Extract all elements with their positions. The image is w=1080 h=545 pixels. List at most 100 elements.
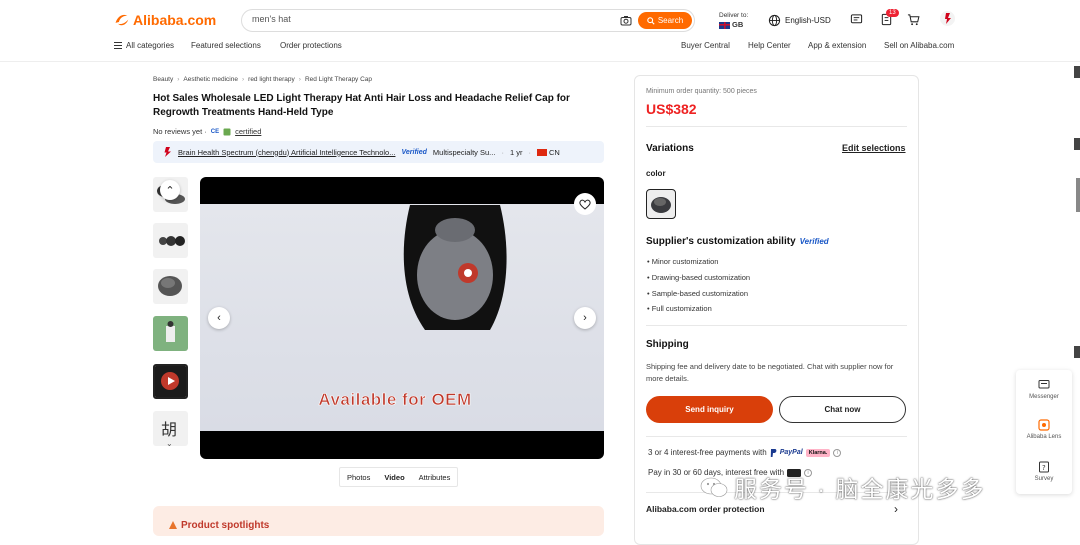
- edge-tab[interactable]: [1074, 346, 1080, 358]
- wechat-logo-icon: [700, 477, 728, 497]
- thumbnail-up-arrow[interactable]: ⌃: [160, 180, 180, 200]
- all-categories-label: All categories: [126, 41, 175, 50]
- color-swatch-image: [651, 197, 671, 213]
- supplier-type: Multispecialty Su...: [432, 147, 496, 157]
- breadcrumb-separator: ›: [177, 76, 180, 83]
- spotlights-title: Product spotlights: [181, 520, 270, 531]
- tab-video[interactable]: Video: [377, 468, 411, 486]
- customization-item: • Sample-based customization: [647, 289, 749, 298]
- nav-app-extension[interactable]: App & extension: [808, 41, 866, 50]
- chevron-up-icon: ⌃: [165, 184, 175, 197]
- globe-icon: [768, 14, 781, 27]
- media-tabs: Photos Video Attributes: [339, 467, 459, 487]
- verified-badge: Verified: [401, 148, 427, 156]
- top-header: Alibaba.com Search Deliver to: GB Englis…: [0, 0, 1080, 62]
- survey-button[interactable]: ? Survey: [1016, 461, 1072, 482]
- thumbnail-down-arrow[interactable]: ⌄: [166, 439, 173, 448]
- alibaba-lens-button[interactable]: Alibaba Lens: [1016, 419, 1072, 440]
- product-video[interactable]: Available for OEM: [200, 177, 604, 459]
- svg-text:胡: 胡: [161, 420, 177, 439]
- messenger-button[interactable]: Messenger: [1016, 379, 1072, 400]
- language-currency: English-USD: [785, 16, 831, 25]
- breadcrumb-item[interactable]: Red Light Therapy Cap: [305, 76, 372, 83]
- alibaba-logo[interactable]: Alibaba.com: [113, 11, 216, 28]
- supplier-country: CN: [536, 147, 560, 157]
- survey-icon: ?: [1039, 461, 1049, 473]
- review-row: No reviews yet · CE certified: [153, 127, 261, 136]
- favorite-button[interactable]: [574, 193, 596, 215]
- breadcrumb-separator: ›: [298, 76, 301, 83]
- thumbnail[interactable]: [153, 223, 188, 258]
- breadcrumb-item[interactable]: red light therapy: [248, 76, 295, 83]
- chevron-right-icon: ›: [583, 312, 587, 324]
- chat-now-button[interactable]: Chat now: [779, 396, 906, 423]
- min-order-quantity: Minimum order quantity: 500 pieces: [646, 88, 757, 95]
- edit-selections-link[interactable]: Edit selections: [842, 143, 906, 153]
- send-inquiry-button[interactable]: Send inquiry: [646, 396, 773, 423]
- supplier-name-link[interactable]: Brain Health Spectrum (chengdu) Artifici…: [178, 148, 395, 157]
- cart-icon[interactable]: [907, 13, 920, 26]
- thumbnail[interactable]: [153, 316, 188, 351]
- installments-text: 3 or 4 interest-free payments with: [648, 448, 767, 457]
- supplier-sep: ·: [528, 147, 531, 157]
- prev-image-button[interactable]: ‹: [208, 307, 230, 329]
- customization-item: • Drawing-based customization: [647, 273, 751, 282]
- survey-label: Survey: [1034, 476, 1054, 482]
- menu-icon: [114, 42, 122, 49]
- variations-title: Variations: [646, 143, 694, 154]
- thumbnail-image: [153, 316, 188, 351]
- camera-search-icon[interactable]: [620, 15, 632, 26]
- nav-help-center[interactable]: Help Center: [748, 41, 791, 50]
- customization-item-label: Sample-based customization: [651, 289, 749, 298]
- klarna-badge: Klarna.: [805, 448, 831, 457]
- scrollbar-thumb[interactable]: [1076, 178, 1080, 212]
- thumbnail-selected[interactable]: [153, 364, 188, 399]
- color-swatch[interactable]: [646, 189, 676, 219]
- search-input[interactable]: [252, 14, 602, 24]
- thumbnail-image: [159, 236, 185, 246]
- edge-tab[interactable]: [1074, 138, 1080, 150]
- certificate-icon: [223, 128, 231, 135]
- customization-item-label: Full customization: [651, 304, 712, 313]
- nav-featured-selections[interactable]: Featured selections: [191, 41, 261, 50]
- breadcrumb-separator: ›: [241, 76, 245, 83]
- edge-tab[interactable]: [1074, 66, 1080, 78]
- tab-photos[interactable]: Photos: [340, 468, 377, 486]
- thumbnail[interactable]: [153, 269, 188, 304]
- nav-order-protections[interactable]: Order protections: [280, 41, 342, 50]
- heart-icon: [579, 199, 591, 210]
- info-icon[interactable]: i: [833, 448, 842, 457]
- messenger-label: Messenger: [1029, 394, 1059, 400]
- supplier-bar: Brain Health Spectrum (chengdu) Artifici…: [153, 141, 604, 163]
- paypal-icon: [770, 448, 777, 457]
- svg-text:?: ?: [1042, 464, 1046, 472]
- supplier-country-code: CN: [548, 147, 560, 157]
- orders-badge: 13: [886, 9, 899, 17]
- deliver-to[interactable]: Deliver to: GB: [719, 11, 748, 30]
- user-avatar[interactable]: [940, 11, 955, 26]
- certified-link[interactable]: certified: [235, 127, 261, 136]
- nav-sell-on-alibaba[interactable]: Sell on Alibaba.com: [884, 41, 954, 50]
- breadcrumb-item[interactable]: Aesthetic medicine: [183, 76, 238, 83]
- nav-buyer-central[interactable]: Buyer Central: [681, 41, 730, 50]
- customization-item-label: Drawing-based customization: [651, 273, 751, 282]
- shipping-text: Shipping fee and delivery date to be neg…: [646, 362, 894, 383]
- avatar-logo-icon: [945, 13, 951, 24]
- tab-attributes[interactable]: Attributes: [412, 468, 458, 486]
- color-label: color: [646, 169, 666, 178]
- customization-header: Supplier's customization ability Verifie…: [646, 236, 829, 247]
- breadcrumb-item[interactable]: Beauty: [153, 76, 173, 83]
- order-protection-link[interactable]: Alibaba.com order protection: [646, 504, 765, 514]
- search-button[interactable]: Search: [638, 12, 692, 29]
- customization-title: Supplier's customization ability: [646, 236, 796, 247]
- shipping-title: Shipping: [646, 339, 689, 350]
- next-image-button[interactable]: ›: [574, 307, 596, 329]
- language-selector[interactable]: English-USD: [768, 14, 831, 27]
- gb-flag-icon: [719, 21, 730, 29]
- chevron-right-icon[interactable]: ›: [894, 502, 898, 516]
- messages-icon[interactable]: [850, 13, 863, 26]
- all-categories-menu[interactable]: All categories: [114, 41, 174, 50]
- supplier-sep: ·: [501, 147, 504, 157]
- chevron-down-icon: ⌄: [166, 439, 173, 448]
- logo-text: Alibaba.com: [133, 11, 217, 28]
